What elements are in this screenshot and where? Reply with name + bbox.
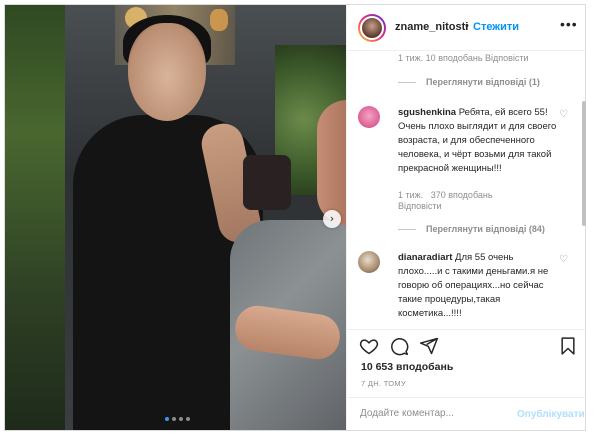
photo-background-light	[210, 9, 228, 31]
commenter-username[interactable]: dianaradiart	[398, 252, 452, 263]
comment-text: sgushenkina Ребята, ей всего 55! Очень п…	[398, 106, 558, 176]
view-replies-label: Переглянути відповіді (1)	[426, 77, 540, 87]
carousel-dots	[165, 417, 190, 421]
bookmark-icon[interactable]	[558, 336, 578, 356]
comment-meta-partial: 1 тиж. 10 вподобань Відповісти	[398, 53, 529, 63]
post-photo[interactable]: ›	[5, 5, 346, 430]
comment-text: dianaradiart Для 55 очень плохо.....и с …	[398, 251, 558, 321]
follow-button[interactable]: Стежити	[473, 21, 519, 33]
view-replies-label: Переглянути відповіді (84)	[426, 224, 545, 234]
view-replies-button[interactable]: Переглянути відповіді (1)	[398, 77, 540, 87]
likes-count[interactable]: 10 653 вподобань	[361, 361, 453, 373]
carousel-dot	[172, 417, 176, 421]
view-replies-button[interactable]: Переглянути відповіді (84)	[398, 224, 545, 234]
post-comment-button[interactable]: Опублікувати	[517, 409, 585, 420]
photo-woman-face	[128, 23, 206, 121]
replies-divider	[398, 81, 416, 83]
post-header: zname_nitosti • Стежити •••	[347, 5, 587, 51]
like-comment-icon[interactable]: ♡	[559, 109, 568, 120]
avatar-image	[360, 16, 384, 40]
separator-dot: •	[465, 20, 469, 32]
carousel-dot	[179, 417, 183, 421]
add-comment-bar: Опублікувати	[347, 397, 587, 430]
comment-time: 1 тиж.	[398, 190, 424, 200]
comments-list[interactable]: 1 тиж. 10 вподобань Відповісти Перегляну…	[347, 51, 587, 329]
carousel-dot	[186, 417, 190, 421]
photo-background-foliage	[5, 5, 65, 430]
author-avatar[interactable]	[358, 14, 386, 42]
like-comment-icon[interactable]: ♡	[559, 254, 568, 265]
post-side-panel: zname_nitosti • Стежити ••• 1 тиж. 10 вп…	[346, 5, 587, 430]
replies-divider	[398, 228, 416, 230]
instagram-post-modal: › zname_nitosti • Стежити ••• 1 тиж. 10 …	[4, 4, 587, 431]
reply-button[interactable]: Відповісти	[398, 201, 442, 211]
share-icon[interactable]	[419, 336, 439, 356]
commenter-avatar[interactable]	[358, 106, 380, 128]
carousel-dot-active	[165, 417, 169, 421]
photo-man-head	[317, 100, 346, 225]
comment-likes[interactable]: 370 вподобань	[431, 190, 493, 200]
comment-meta: 1 тиж. 370 вподобань Відповісти	[398, 190, 538, 212]
photo-handbag	[243, 155, 291, 210]
author-username[interactable]: zname_nitosti	[395, 21, 468, 33]
chevron-right-icon[interactable]: ›	[323, 210, 341, 228]
more-options-icon[interactable]: •••	[560, 16, 578, 32]
commenter-avatar[interactable]	[358, 251, 380, 273]
comments-scrollbar[interactable]	[582, 101, 586, 226]
commenter-username[interactable]: sgushenkina	[398, 107, 456, 118]
comment-icon[interactable]	[389, 336, 409, 356]
post-date[interactable]: 7 ДН. ТОМУ	[361, 379, 406, 388]
comment-input[interactable]	[360, 408, 510, 419]
post-actions-bar	[347, 329, 587, 359]
like-icon[interactable]	[359, 336, 379, 356]
